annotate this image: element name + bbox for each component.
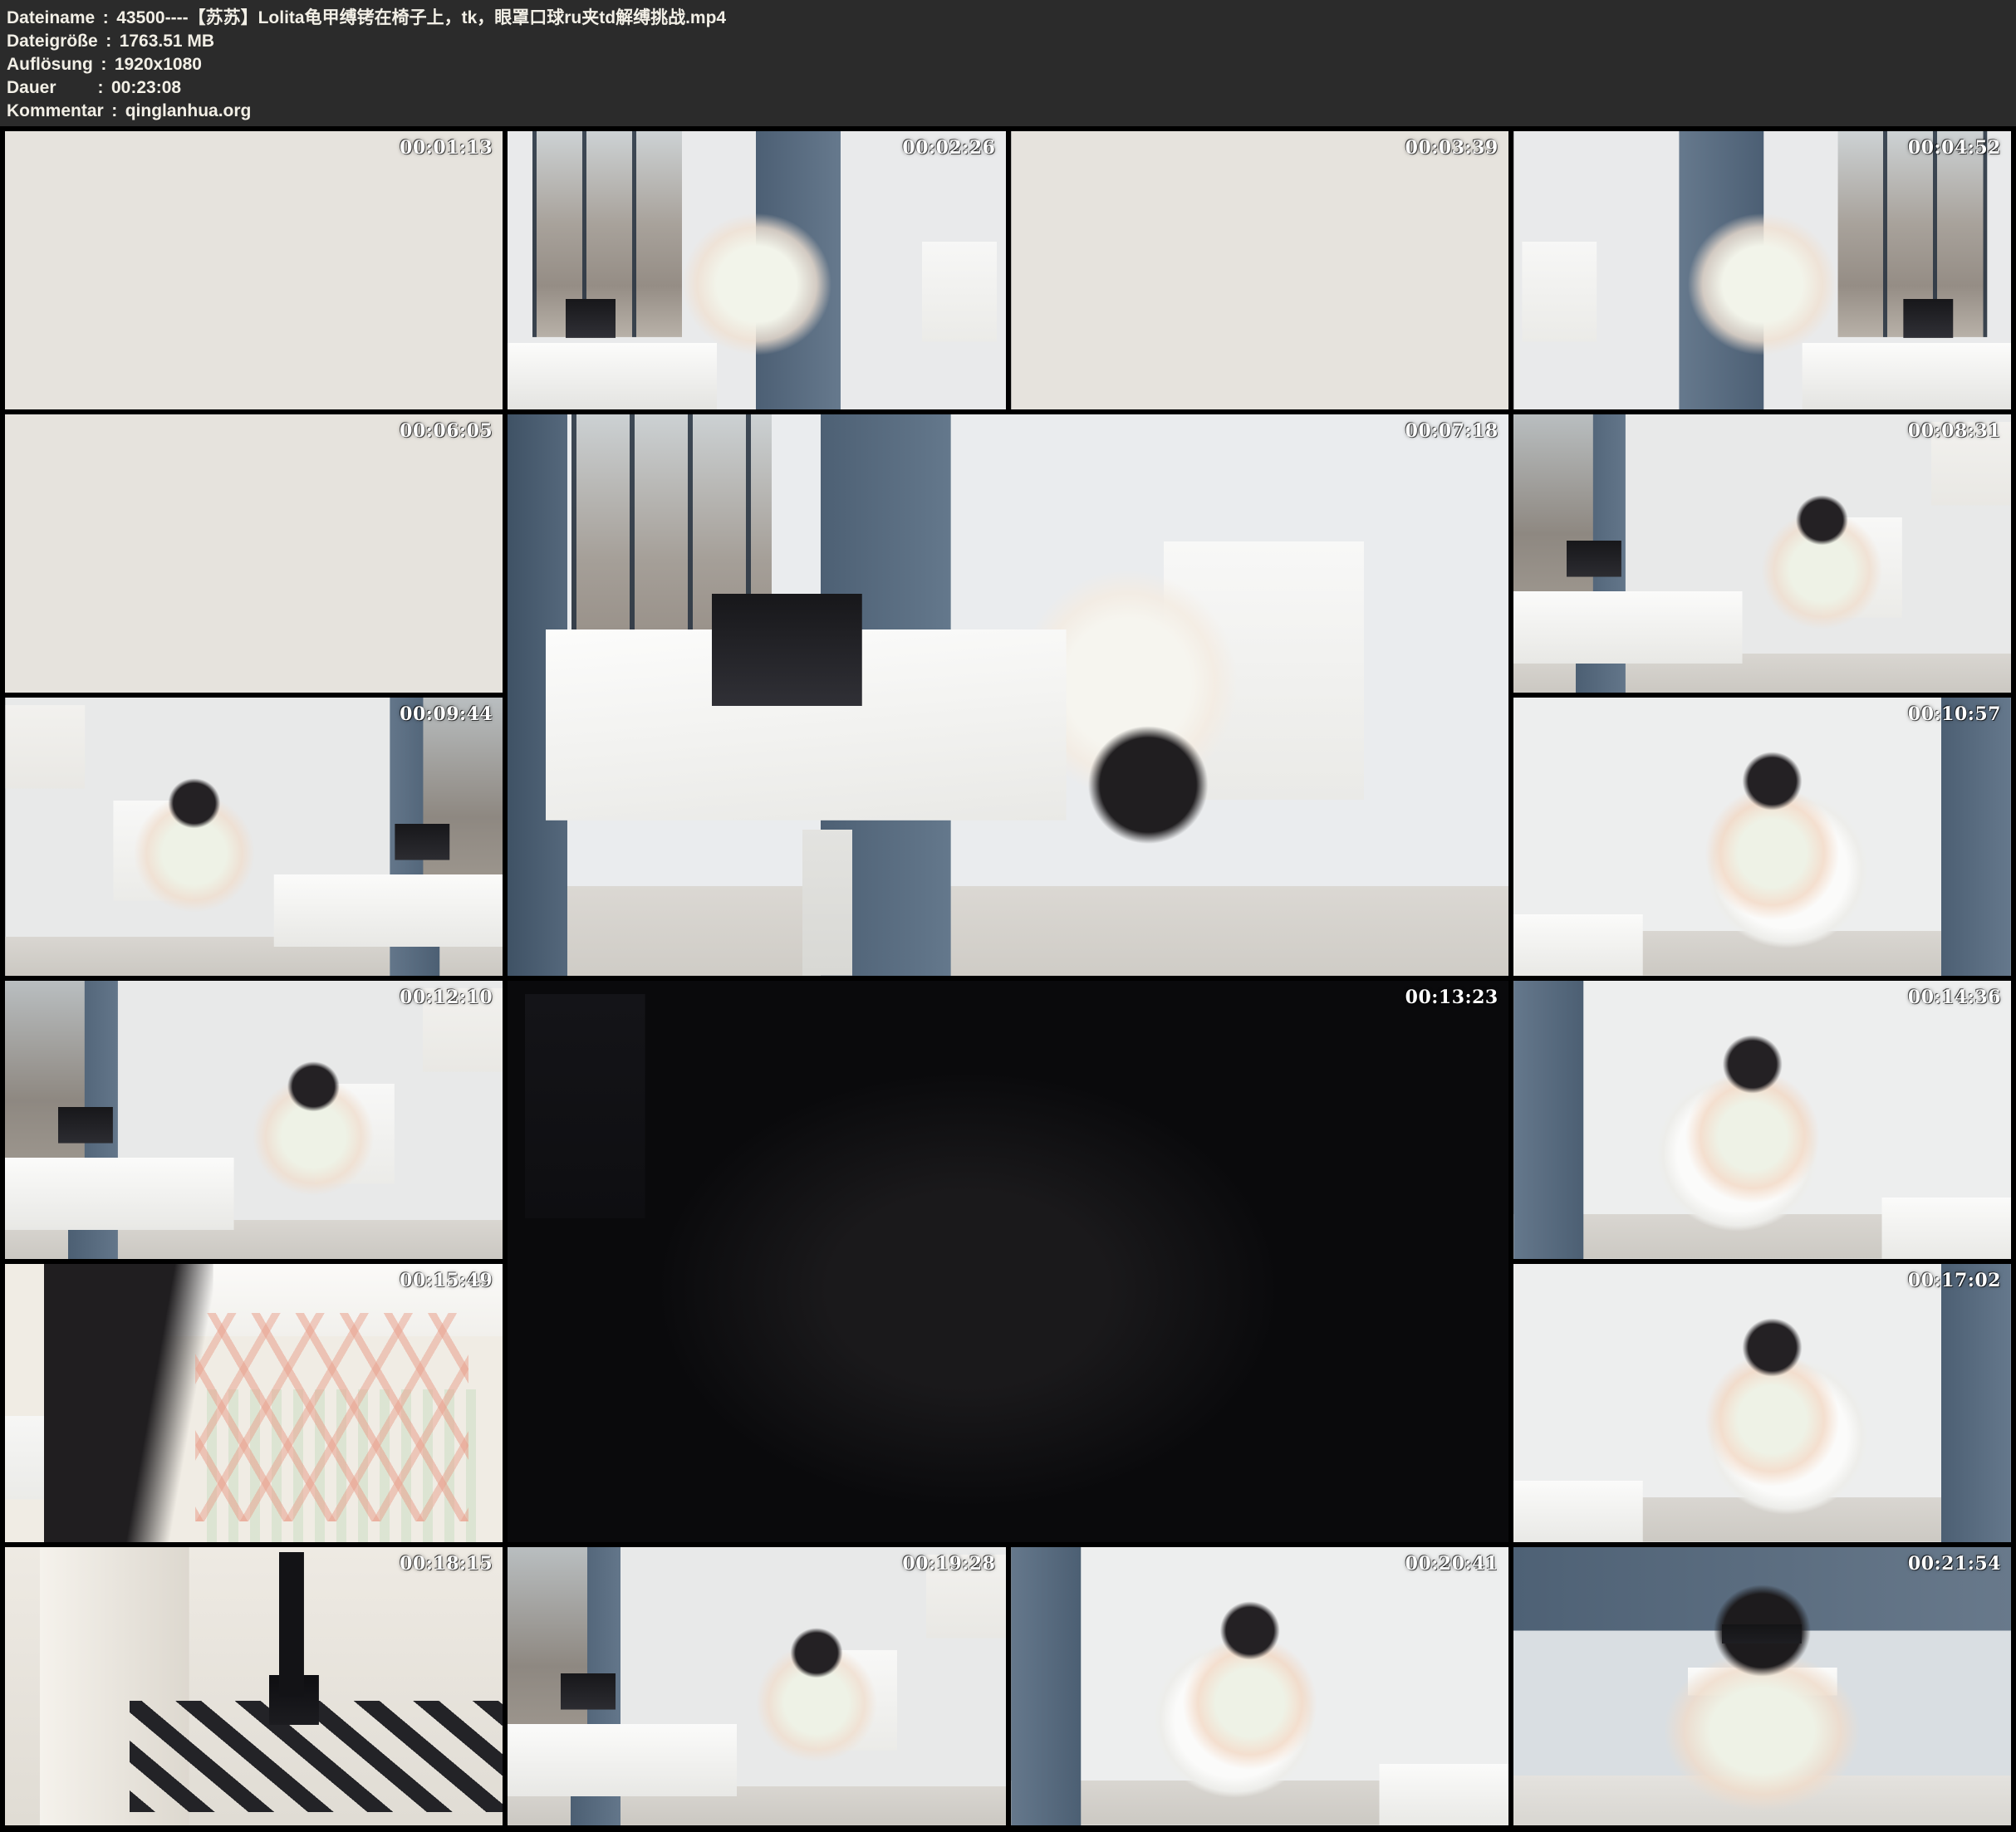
file-info-row-comment: Kommentar:qinglanhua.org bbox=[7, 100, 2008, 123]
thumbnail-image bbox=[5, 1547, 503, 1825]
file-info-value: 1763.51 MB bbox=[120, 30, 214, 53]
thumbnail-timestamp: 00:02:26 bbox=[902, 137, 995, 159]
thumbnail-image bbox=[1513, 131, 2011, 409]
thumbnail-timestamp: 00:14:36 bbox=[1908, 987, 2001, 1008]
file-info-separator: : bbox=[93, 53, 115, 76]
video-thumbnail: 00:01:13 bbox=[5, 131, 503, 409]
video-thumbnail: 00:18:15 bbox=[5, 1547, 503, 1825]
file-info-label: Auflösung bbox=[7, 53, 93, 76]
video-thumbnail: 00:17:02 bbox=[1513, 1264, 2011, 1542]
file-info-separator: : bbox=[90, 76, 111, 100]
file-info-value: 1920x1080 bbox=[115, 53, 202, 76]
thumbnail-image bbox=[508, 1547, 1005, 1825]
file-info-row-resolution: Auflösung:1920x1080 bbox=[7, 53, 2008, 76]
thumbnail-timestamp: 00:15:49 bbox=[400, 1270, 493, 1291]
thumbnail-image bbox=[1011, 1547, 1508, 1825]
video-thumbnail: 00:14:36 bbox=[1513, 981, 2011, 1259]
thumbnail-timestamp: 00:20:41 bbox=[1405, 1553, 1499, 1575]
thumbnail-timestamp: 00:07:18 bbox=[1405, 420, 1499, 442]
video-thumbnail: 00:19:28 bbox=[508, 1547, 1005, 1825]
thumbnail-timestamp: 00:17:02 bbox=[1908, 1270, 2001, 1291]
thumbnail-image bbox=[5, 1264, 503, 1542]
thumbnail-image bbox=[1513, 1547, 2011, 1825]
video-thumbnail: 00:08:31 bbox=[1513, 414, 2011, 693]
file-info-value: 00:23:08 bbox=[111, 76, 181, 100]
video-thumbnail: 00:02:26 bbox=[508, 131, 1005, 409]
thumbnail-timestamp: 00:03:39 bbox=[1405, 137, 1499, 159]
thumbnail-timestamp: 00:10:57 bbox=[1908, 703, 2001, 725]
thumbnail-image bbox=[1513, 698, 2011, 976]
video-thumbnail: 00:20:41 bbox=[1011, 1547, 1508, 1825]
thumbnail-image bbox=[1513, 981, 2011, 1259]
video-thumbnail: 00:13:23 bbox=[508, 981, 1508, 1542]
video-thumbnail: 00:15:49 bbox=[5, 1264, 503, 1542]
file-info-separator: : bbox=[98, 30, 120, 53]
thumbnail-image bbox=[5, 414, 503, 693]
thumbnail-timestamp: 00:09:44 bbox=[400, 703, 493, 725]
file-info-separator: : bbox=[104, 100, 125, 123]
file-info-row-filename: Dateiname:43500----【苏苏】Lolita龟甲缚铐在椅子上，tk… bbox=[7, 7, 2008, 30]
file-info-label: Dateiname bbox=[7, 7, 95, 30]
thumbnail-image bbox=[5, 698, 503, 976]
video-thumbnail: 00:10:57 bbox=[1513, 698, 2011, 976]
file-info-header: Dateiname:43500----【苏苏】Lolita龟甲缚铐在椅子上，tk… bbox=[0, 0, 2016, 126]
thumbnail-image bbox=[1011, 131, 1508, 409]
file-info-label: Kommentar bbox=[7, 100, 104, 123]
thumbnail-timestamp: 00:06:05 bbox=[400, 420, 493, 442]
file-info-row-filesize: Dateigröße:1763.51 MB bbox=[7, 30, 2008, 53]
thumbnail-image bbox=[5, 131, 503, 409]
thumbnail-timestamp: 00:19:28 bbox=[902, 1553, 995, 1575]
video-thumbnail: 00:06:05 bbox=[5, 414, 503, 693]
file-info-label: Dateigröße bbox=[7, 30, 98, 53]
video-thumbnail: 00:04:52 bbox=[1513, 131, 2011, 409]
thumbnail-image bbox=[508, 981, 1508, 1542]
thumbnail-grid: 00:01:13 00:02:26 00:03:39 00:04:52 00:06:05… bbox=[0, 126, 2016, 1830]
video-thumbnail: 00:21:54 bbox=[1513, 1547, 2011, 1825]
thumbnail-timestamp: 00:01:13 bbox=[400, 137, 493, 159]
file-info-separator: : bbox=[95, 7, 116, 30]
file-info-label: Dauer bbox=[7, 76, 90, 100]
thumbnail-image bbox=[508, 414, 1508, 976]
thumbnail-image bbox=[1513, 1264, 2011, 1542]
video-thumbnail: 00:03:39 bbox=[1011, 131, 1508, 409]
thumbnail-timestamp: 00:13:23 bbox=[1405, 987, 1499, 1008]
file-info-row-duration: Dauer:00:23:08 bbox=[7, 76, 2008, 100]
file-info-value: 43500----【苏苏】Lolita龟甲缚铐在椅子上，tk，眼罩口球ru夹td… bbox=[116, 7, 726, 30]
thumbnail-image bbox=[1513, 414, 2011, 693]
video-thumbnail: 00:09:44 bbox=[5, 698, 503, 976]
thumbnail-timestamp: 00:18:15 bbox=[400, 1553, 493, 1575]
thumbnail-timestamp: 00:12:10 bbox=[400, 987, 493, 1008]
thumbnail-timestamp: 00:04:52 bbox=[1908, 137, 2001, 159]
video-thumbnail: 00:07:18 bbox=[508, 414, 1508, 976]
thumbnail-timestamp: 00:21:54 bbox=[1908, 1553, 2001, 1575]
video-contact-sheet: Dateiname:43500----【苏苏】Lolita龟甲缚铐在椅子上，tk… bbox=[0, 0, 2016, 1830]
thumbnail-image bbox=[5, 981, 503, 1259]
video-thumbnail: 00:12:10 bbox=[5, 981, 503, 1259]
thumbnail-image bbox=[508, 131, 1005, 409]
thumbnail-timestamp: 00:08:31 bbox=[1908, 420, 2001, 442]
file-info-value: qinglanhua.org bbox=[125, 100, 252, 123]
